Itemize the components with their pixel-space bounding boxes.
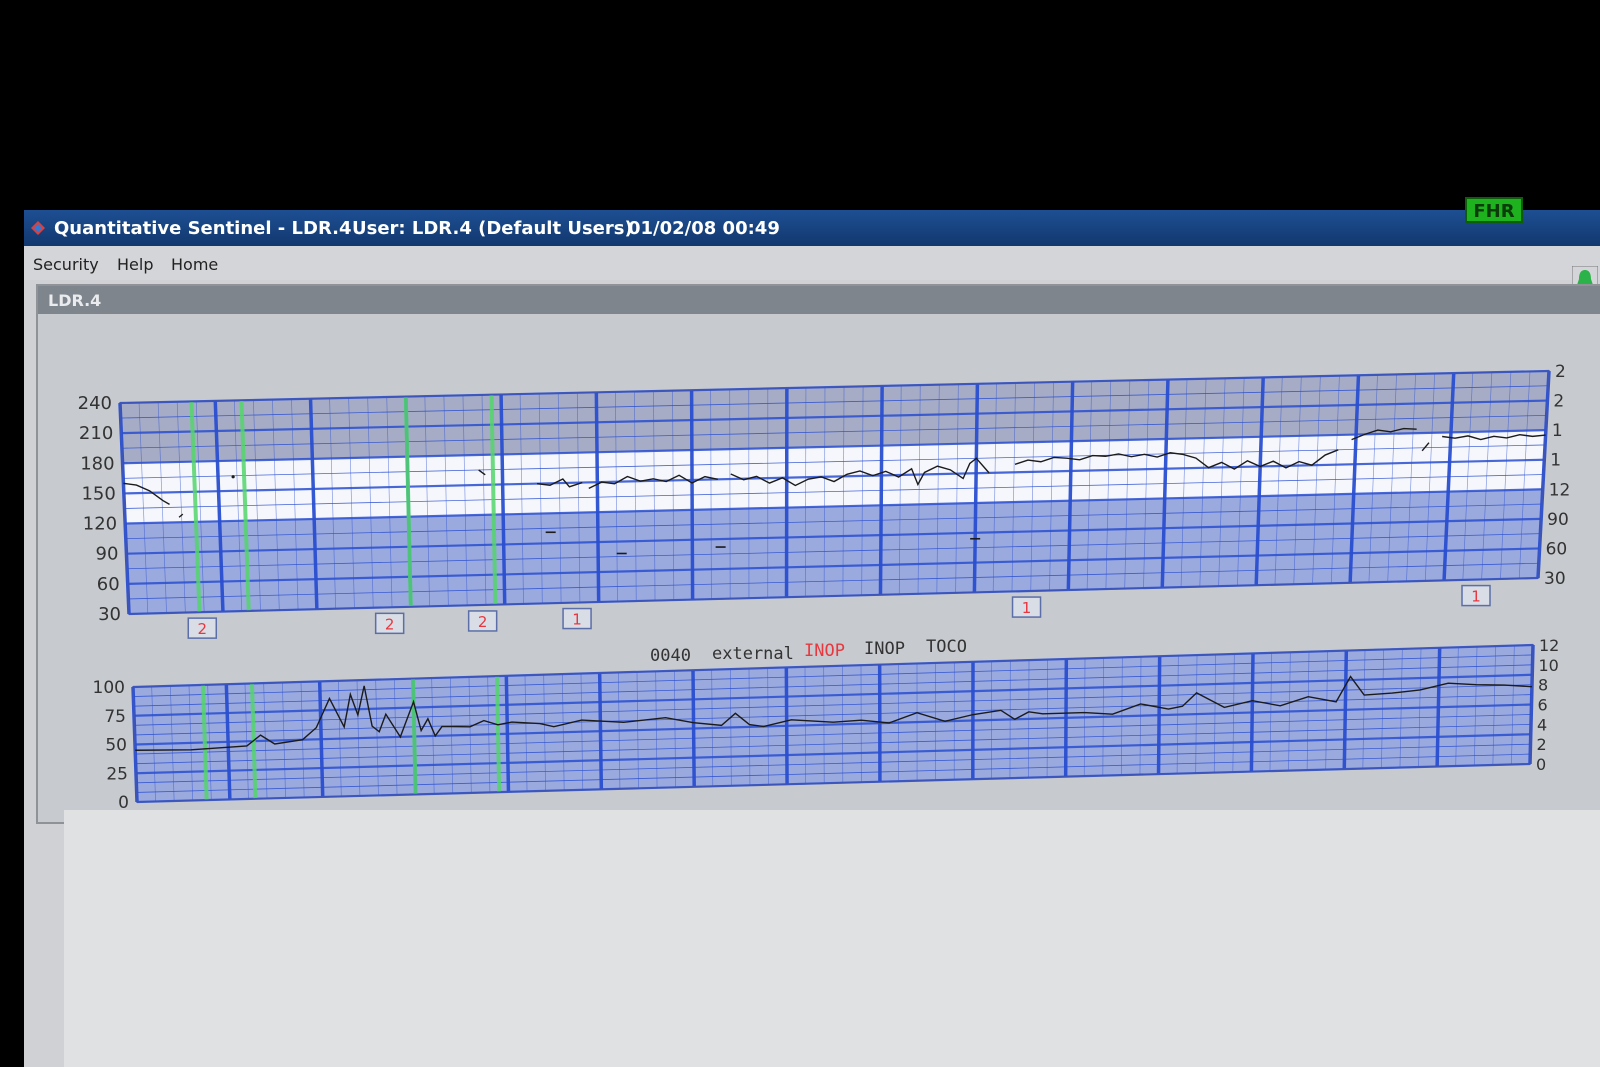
fhr-y-tick-label: 60 [97,574,120,595]
toco-y-tick-label: 0 [118,793,129,813]
toco-y-tick-label: 50 [105,736,127,756]
fhr-annotation-label: 2 [385,615,395,633]
fhr-y-tick-label: 150 [81,483,115,504]
fhr-y-tick-label: 120 [83,514,117,535]
fhr-y-tick-label: 210 [79,423,113,444]
toco-green-marker [495,676,502,793]
fhr-chart: 240 210 180 150 120 90 60 30 2 2 1 1 12 90 60 30 2 2 2 1 1 1 [78,362,1571,639]
fetal-monitor-charts: 2402101801501209060302211129060302 2 2 111 … [78,197,1571,813]
fhr-annotation-label: 1 [1022,599,1032,617]
fhr-annotation-label: 1 [572,611,582,629]
fhr-right-tick-label: 1 [1552,421,1563,441]
fhr-y-tick-label: 180 [80,453,114,474]
toco-y-tick-label: 100 [93,678,125,698]
fhr-annotation-label: 1 [1471,588,1481,606]
fhr-right-tick-label: 12 [1549,480,1571,500]
fhr-badge: FHR [1465,197,1523,223]
toco-green-marker [411,678,418,795]
fhr-trace-dot [231,475,235,479]
fhr-badge-label: FHR [1473,201,1514,222]
toco-chart: 1007550250121086420 [93,636,1560,813]
fhr-right-tick-label: 30 [1544,569,1566,589]
fhr-annotation-label: 2 [197,620,207,638]
fhr-y-tick-label: 90 [96,544,119,565]
status-inop: INOP [864,639,905,659]
fhr-annotation-label: 2 [478,613,488,631]
status-toco: TOCO [926,637,967,657]
status-mode: external [712,644,794,664]
status-inop-red: INOP [804,641,845,661]
toco-right-tick-label: 12 [1539,636,1559,655]
toco-right-tick-label: 2 [1537,735,1547,754]
toco-right-tick-label: 6 [1538,696,1548,715]
fhr-y-tick-label: 30 [98,604,121,625]
toco-y-tick-label: 25 [106,764,128,784]
fhr-right-tick-label: 90 [1547,510,1569,530]
toco-right-tick-label: 8 [1538,676,1548,695]
toco-right-tick-label: 4 [1537,715,1547,734]
fhr-right-tick-label: 1 [1550,451,1561,471]
toco-y-tick-label: 75 [104,707,126,727]
fhr-y-tick-label: 240 [78,393,112,414]
status-code: 0040 [650,646,691,666]
fhr-right-tick-label: 60 [1546,539,1568,559]
fhr-right-tick-label: 2 [1553,392,1564,412]
toco-right-tick-label: 10 [1539,656,1559,675]
fhr-right-tick-label: 2 [1555,362,1566,382]
toco-right-tick-label: 0 [1536,755,1546,774]
